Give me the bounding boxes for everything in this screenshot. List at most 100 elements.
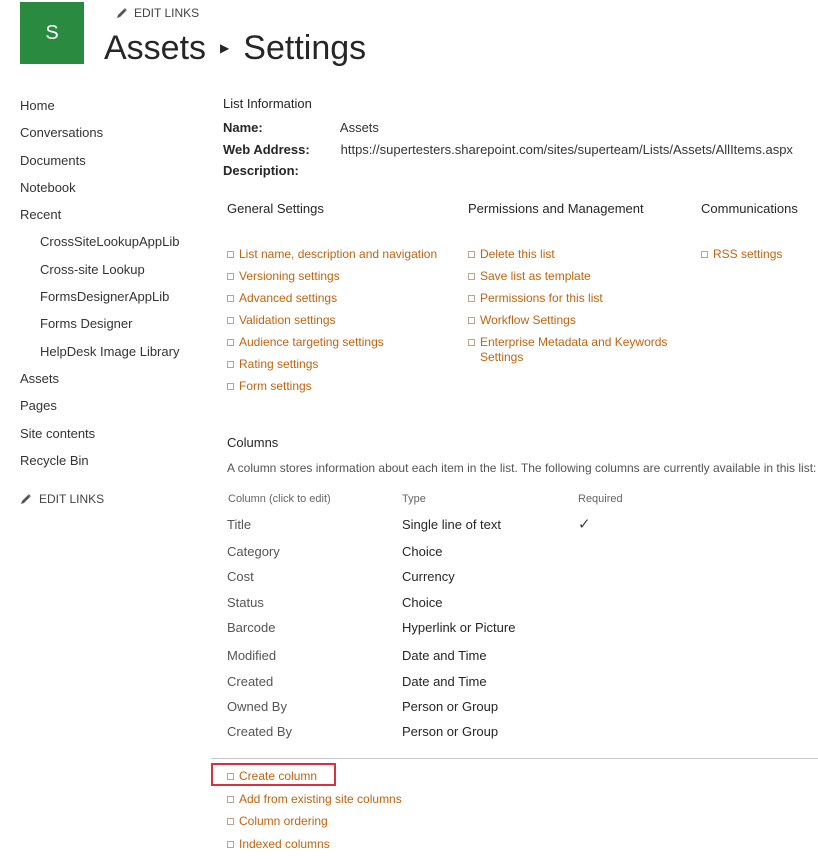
nav-item-helpdesk-image-library[interactable]: HelpDesk Image Library [20,344,210,371]
nav-item-formsdesignerapplib[interactable]: FormsDesignerAppLib [20,289,210,316]
link-audience-targeting[interactable]: Audience targeting settings [227,335,437,350]
permissions-heading: Permissions and Management [468,201,644,216]
link-save-as-template[interactable]: Save list as template [468,269,673,284]
bullet-icon [227,773,234,780]
required-check-icon: ✓ [578,516,591,533]
column-row[interactable]: Title Single line of text ✓ [227,516,647,537]
nav-item-site-contents[interactable]: Site contents [20,426,210,453]
permissions-group: Permissions and Management Delete this l… [468,201,673,364]
link-advanced-settings[interactable]: Advanced settings [227,291,437,306]
bullet-icon [468,273,475,280]
pencil-icon [21,494,31,505]
nav-item-recent[interactable]: Recent [20,207,210,234]
link-label[interactable]: Add from existing site columns [239,792,402,806]
column-header-required: Required [578,493,623,505]
column-row[interactable]: Cost Currency [227,569,647,589]
edit-links-nav-label: EDIT LINKS [39,492,105,507]
link-label[interactable]: Validation settings [239,313,336,327]
column-name[interactable]: Created By [227,724,292,739]
bullet-icon [468,251,475,258]
column-row[interactable]: Status Choice [227,595,647,615]
link-label[interactable]: Delete this list [480,247,555,261]
list-name-row: Name: Assets [223,120,379,135]
link-label[interactable]: Workflow Settings [480,313,576,327]
column-row[interactable]: Created By Person or Group [227,724,647,744]
column-header-name: Column (click to edit) [228,493,331,505]
link-list-name-description[interactable]: List name, description and navigation [227,247,437,262]
column-row[interactable]: Modified Date and Time [227,648,647,668]
link-indexed-columns[interactable]: Indexed columns [227,837,402,852]
general-settings-links: List name, description and navigation Ve… [227,247,437,401]
column-row[interactable]: Owned By Person or Group [227,699,647,719]
column-name[interactable]: Created [227,674,273,689]
web-address-label: Web Address: [223,142,310,157]
bullet-icon [227,795,234,803]
link-versioning-settings[interactable]: Versioning settings [227,269,437,284]
bullet-icon [468,339,475,346]
link-label[interactable]: RSS settings [713,247,782,261]
column-type: Choice [402,595,443,610]
web-address-value: https://supertesters.sharepoint.com/site… [340,142,793,157]
list-name-value: Assets [339,120,379,135]
link-workflow-settings[interactable]: Workflow Settings [468,313,673,328]
nav-item-pages[interactable]: Pages [20,398,210,425]
edit-links-nav[interactable]: EDIT LINKS [20,492,210,506]
link-label[interactable]: Indexed columns [239,837,330,851]
column-type: Currency [402,569,455,584]
edit-links-top[interactable]: EDIT LINKS [116,6,199,20]
nav-item-documents[interactable]: Documents [20,153,210,180]
link-form-settings[interactable]: Form settings [227,379,437,394]
bullet-icon [468,295,475,302]
column-header-type: Type [402,493,426,505]
quick-launch: Home Conversations Documents Notebook Re… [20,98,210,506]
site-logo[interactable]: S [20,2,84,64]
column-name[interactable]: Title [227,517,251,532]
link-label[interactable]: Advanced settings [239,291,337,305]
column-row[interactable]: Created Date and Time [227,674,647,694]
link-validation-settings[interactable]: Validation settings [227,313,437,328]
link-add-existing-columns[interactable]: Add from existing site columns [227,792,402,807]
column-actions: Create column Add from existing site col… [227,769,402,859]
link-rating-settings[interactable]: Rating settings [227,357,437,372]
breadcrumb-list-link[interactable]: Assets [104,29,206,68]
link-label[interactable]: Enterprise Metadata and Keywords Setting… [480,335,667,364]
nav-item-cross-site-lookup[interactable]: Cross-site Lookup [20,262,210,289]
nav-item-assets[interactable]: Assets [20,371,210,398]
nav-item-home[interactable]: Home [20,98,210,125]
link-label[interactable]: Versioning settings [239,269,340,283]
bullet-icon [227,317,234,324]
bullet-icon [227,361,234,368]
bullet-icon [227,840,234,848]
column-name[interactable]: Status [227,595,264,610]
description-row: Description: [223,163,337,178]
column-name[interactable]: Owned By [227,699,287,714]
column-row[interactable]: Barcode Hyperlink or Picture [227,620,647,640]
link-label[interactable]: Column ordering [239,814,328,828]
column-name[interactable]: Category [227,544,280,559]
link-label[interactable]: Create column [239,769,317,783]
column-name[interactable]: Modified [227,648,276,663]
site-logo-letter: S [45,21,59,44]
nav-item-recycle-bin[interactable]: Recycle Bin [20,453,210,480]
link-label[interactable]: List name, description and navigation [239,247,437,261]
link-label[interactable]: Form settings [239,379,312,393]
link-label[interactable]: Rating settings [239,357,318,371]
nav-item-crosssitelookupapplib[interactable]: CrossSiteLookupAppLib [20,234,210,261]
link-label[interactable]: Save list as template [480,269,591,283]
bullet-icon [227,295,234,302]
link-column-ordering[interactable]: Column ordering [227,814,402,829]
link-permissions[interactable]: Permissions for this list [468,291,673,306]
column-row[interactable]: Category Choice [227,544,647,564]
link-rss-settings[interactable]: RSS settings [701,247,782,262]
nav-item-notebook[interactable]: Notebook [20,180,210,207]
nav-item-forms-designer[interactable]: Forms Designer [20,316,210,343]
nav-item-conversations[interactable]: Conversations [20,125,210,152]
link-label[interactable]: Permissions for this list [480,291,603,305]
link-create-column[interactable]: Create column [227,769,402,784]
link-label[interactable]: Audience targeting settings [239,335,384,349]
link-delete-list[interactable]: Delete this list [468,247,673,262]
column-name[interactable]: Barcode [227,620,275,635]
link-enterprise-metadata[interactable]: Enterprise Metadata and Keywords Setting… [468,335,673,365]
columns-heading: Columns [227,435,279,450]
column-name[interactable]: Cost [227,569,254,584]
